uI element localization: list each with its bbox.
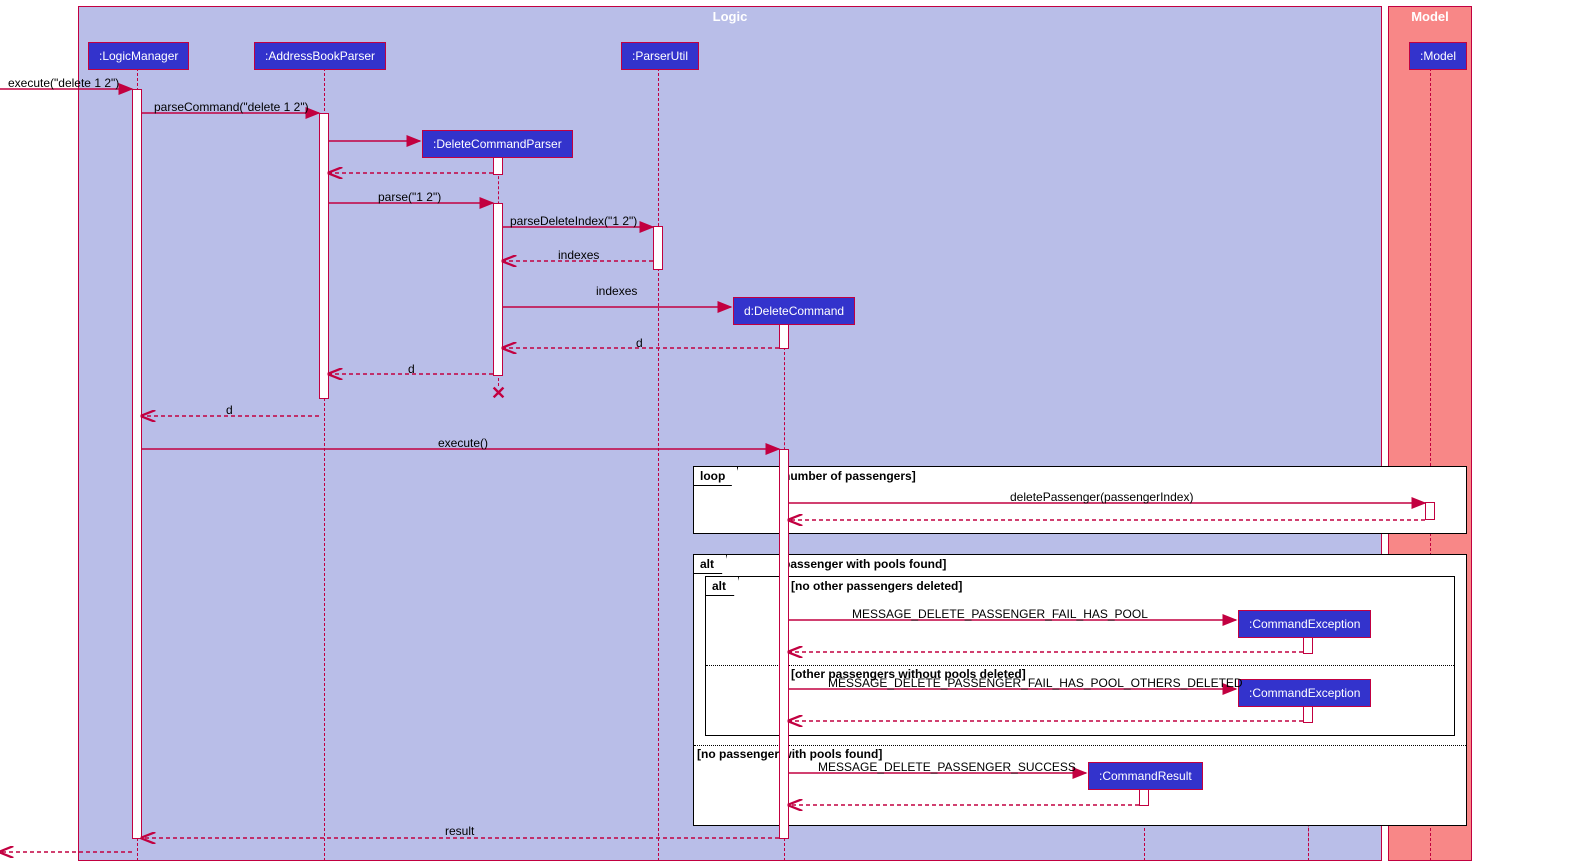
msg-indexes: indexes — [558, 248, 599, 262]
alt2-divider — [706, 665, 1454, 666]
logic-manager-box: :LogicManager — [88, 42, 189, 70]
delete-command-box: d:DeleteCommand — [733, 297, 855, 325]
alt1-divider — [694, 745, 1466, 746]
delete-command-parser-box: :DeleteCommandParser — [422, 130, 573, 158]
msg-parse-delete-index: parseDeleteIndex("1 2") — [510, 214, 637, 228]
msg-delete-passenger: deletePassenger(passengerIndex) — [1010, 490, 1193, 504]
command-exception1-box: :CommandException — [1238, 610, 1371, 638]
msg-indexes2: indexes — [596, 284, 637, 298]
msg-execute: execute() — [438, 436, 488, 450]
msg-execute-delete: execute("delete 1 2") — [8, 76, 119, 90]
parser-util-activation — [653, 226, 663, 270]
parser-util-box: :ParserUtil — [621, 42, 699, 70]
msg-d: d — [636, 336, 643, 350]
msg-d2: d — [408, 362, 415, 376]
cr-activation — [1139, 788, 1149, 806]
msg-parse: parse("1 2") — [378, 190, 441, 204]
msg-parse-command: parseCommand("delete 1 2") — [154, 100, 309, 114]
dcp-activation-create — [493, 156, 503, 175]
alt1-label: alt — [694, 555, 727, 574]
command-result-box: :CommandResult — [1088, 762, 1203, 790]
alt2-fragment: alt [no other passengers deleted] [other… — [705, 576, 1455, 736]
alt2-guard1: [no other passengers deleted] — [791, 579, 962, 593]
alt1-guard3: [no passenger with pools found] — [697, 747, 882, 761]
ce2-activation — [1303, 705, 1313, 723]
logic-manager-activation — [132, 89, 142, 839]
dcp-activation-parse — [493, 203, 503, 376]
delete-command-activation1 — [779, 322, 789, 349]
loop-guard: [number of passengers] — [779, 469, 916, 483]
ce1-activation — [1303, 636, 1313, 654]
alt1-guard1: [passenger with pools found] — [779, 557, 946, 571]
model-activation — [1425, 502, 1435, 520]
address-book-parser-box: :AddressBookParser — [254, 42, 386, 70]
parser-util-lifeline — [658, 68, 659, 861]
model-frame-label: Model — [1403, 7, 1457, 26]
msg-result: result — [445, 824, 474, 838]
delete-command-activation2 — [779, 449, 789, 839]
command-exception2-box: :CommandException — [1238, 679, 1371, 707]
alt2-label: alt — [706, 577, 739, 596]
msg-d3: d — [226, 403, 233, 417]
destroy-x-icon: ✕ — [491, 383, 506, 404]
address-book-parser-activation — [319, 113, 329, 399]
loop-label: loop — [694, 467, 738, 486]
logic-frame-label: Logic — [705, 7, 756, 26]
msg-success: MESSAGE_DELETE_PASSENGER_SUCCESS — [818, 760, 1076, 774]
model-box: :Model — [1409, 42, 1467, 70]
msg-fail-has-pool-others: MESSAGE_DELETE_PASSENGER_FAIL_HAS_POOL_O… — [828, 676, 1243, 690]
msg-fail-has-pool: MESSAGE_DELETE_PASSENGER_FAIL_HAS_POOL — [852, 607, 1148, 621]
